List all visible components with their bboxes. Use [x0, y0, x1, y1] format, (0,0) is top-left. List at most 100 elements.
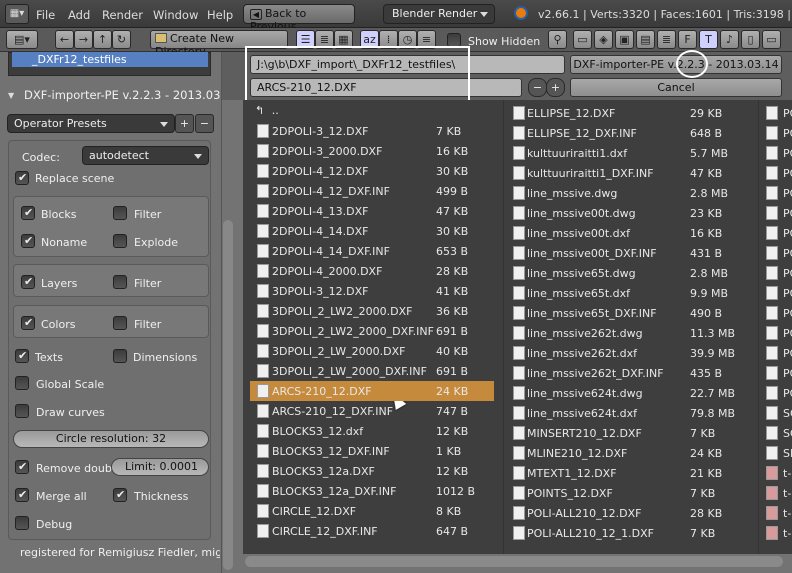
file-row[interactable]: SO [762, 403, 792, 423]
file-row[interactable]: 3DPOLI_2_LW_2000_DXF.INF 691 B [250, 361, 494, 381]
file-row[interactable]: PO [762, 223, 792, 243]
refresh-icon[interactable]: ↻ [112, 30, 131, 49]
global-scale-checkbox[interactable] [15, 376, 29, 390]
limit-field[interactable]: Limit: 0.0001 [111, 458, 209, 476]
back-to-previous-button[interactable]: ◀ Back to Previous [243, 4, 355, 33]
filter-folder-icon[interactable]: ▭ [573, 30, 592, 49]
file-row[interactable]: ARCS-210_12_DXF.INF 747 B [250, 401, 494, 421]
file-row[interactable]: PO [762, 123, 792, 143]
dimensions-checkbox[interactable] [113, 349, 127, 363]
file-row[interactable]: MTEXT1_12.DXF 21 KB [506, 463, 754, 483]
parent-dir-icon[interactable]: ↑ [93, 30, 112, 49]
file-row[interactable]: BLOCKS3_12_DXF.INF 1 KB [250, 441, 494, 461]
file-row[interactable]: POLI-ALL210_12.DXF 28 KB [506, 503, 754, 523]
file-row[interactable]: 2DPOLI-4_14_DXF.INF 653 B [250, 241, 494, 261]
file-row[interactable]: line_mssive00t.dxf 16 KB [506, 223, 754, 243]
file-row[interactable]: PO [762, 363, 792, 383]
file-row[interactable]: line_mssive262t.dwg 11.3 MB [506, 323, 754, 343]
file-row[interactable]: line_mssive262t.dxf 39.9 MB [506, 343, 754, 363]
file-row[interactable]: PO [762, 163, 792, 183]
file-row[interactable]: kulttuuriraitti1.dxf 5.7 MB [506, 143, 754, 163]
file-row[interactable]: t-l [762, 523, 792, 543]
file-row[interactable]: 2DPOLI-4_12.DXF 30 KB [250, 161, 494, 181]
filter-folder-alt-icon[interactable]: ▯ [741, 30, 760, 49]
file-row[interactable]: ELLIPSE_12.DXF 29 KB [506, 103, 754, 123]
file-row[interactable]: line_mssive.dwg 2.8 MB [506, 183, 754, 203]
filter-movie-icon[interactable]: ▤ [636, 30, 655, 49]
file-row[interactable]: MLINE210_12.DXF 24 KB [506, 443, 754, 463]
file-row[interactable]: CIRCLE_12_DXF.INF 647 B [250, 521, 494, 541]
filter-extra-icon[interactable]: ▭ [762, 30, 781, 49]
file-row[interactable]: PO [762, 263, 792, 283]
view-type-icon[interactable]: ▤▾ [6, 30, 38, 49]
file-row[interactable]: POLI-ALL210_12_1.DXF 7 KB [506, 523, 754, 543]
file-row[interactable]: 3DPOLI-3_12.DXF 41 KB [250, 281, 494, 301]
file-row[interactable]: PO [762, 143, 792, 163]
colors-filter-checkbox[interactable] [113, 316, 127, 330]
explode-checkbox[interactable] [113, 234, 127, 248]
file-row[interactable]: 3DPOLI_2_LW2_2000_DXF.INF 691 B [250, 321, 494, 341]
file-row[interactable]: 2DPOLI-3_12.DXF 7 KB [250, 121, 494, 141]
file-row[interactable]: PO [762, 343, 792, 363]
circle-resolution-field[interactable]: Circle resolution: 32 [13, 430, 209, 448]
sidebar-scrollbar[interactable] [223, 220, 233, 570]
file-row[interactable]: line_mssive00t_DXF.INF 431 B [506, 243, 754, 263]
filter-blend-icon[interactable]: ◈ [594, 30, 613, 49]
colors-checkbox[interactable] [21, 316, 35, 330]
file-row[interactable]: BLOCKS3_12.dxf 12 KB [250, 421, 494, 441]
draw-curves-checkbox[interactable] [15, 404, 29, 418]
parent-directory-item[interactable]: ↰ .. [255, 104, 495, 122]
add-preset-icon[interactable]: + [175, 114, 194, 133]
file-row[interactable]: ARCS-210_12.DXF 24 KB [250, 381, 494, 401]
blocks-checkbox[interactable] [21, 206, 35, 220]
file-row[interactable]: 2DPOLI-4_2000.DXF 28 KB [250, 261, 494, 281]
file-row[interactable]: line_mssive65t.dwg 2.8 MB [506, 263, 754, 283]
file-row[interactable]: PO [762, 203, 792, 223]
file-row[interactable]: line_mssive262t_DXF.INF 435 B [506, 363, 754, 383]
filter-icon[interactable]: ⚲ [548, 30, 567, 49]
horizontal-scrollbar[interactable] [245, 556, 783, 567]
file-row[interactable]: BLOCKS3_12a_DXF.INF 1012 B [250, 481, 494, 501]
file-row[interactable]: kulttuuriraitti1_DXF.INF 47 KB [506, 163, 754, 183]
file-row[interactable]: SO [762, 423, 792, 443]
file-row[interactable]: line_mssive00t.dwg 23 KB [506, 203, 754, 223]
file-row[interactable]: PO [762, 323, 792, 343]
file-row[interactable]: t-l [762, 463, 792, 483]
file-row[interactable]: 3DPOLI_2_LW2_2000.DXF 36 KB [250, 301, 494, 321]
back-arrow-icon[interactable]: ← [55, 30, 74, 49]
debug-checkbox[interactable] [15, 516, 29, 530]
render-engine-dropdown[interactable]: Blender Render [383, 4, 495, 24]
file-row[interactable]: line_mssive624t.dwg 22.7 MB [506, 383, 754, 403]
remove-doubles-checkbox[interactable] [15, 460, 29, 474]
collapse-arrow-icon[interactable]: ▼ [8, 91, 14, 100]
file-row[interactable]: POINTS_12.DXF 7 KB [506, 483, 754, 503]
texts-checkbox[interactable] [15, 349, 29, 363]
menu-file[interactable]: File [36, 8, 55, 22]
blocks-filter-checkbox[interactable] [113, 206, 127, 220]
file-row[interactable]: 2DPOLI-4_14.DXF 30 KB [250, 221, 494, 241]
menu-add[interactable]: Add [68, 8, 90, 22]
operator-presets-dropdown[interactable]: Operator Presets [7, 114, 175, 133]
thickness-checkbox[interactable] [113, 488, 127, 502]
file-row[interactable]: PO [762, 303, 792, 323]
menu-help[interactable]: Help [207, 8, 233, 22]
noname-checkbox[interactable] [21, 234, 35, 248]
file-row[interactable]: ELLIPSE_12_DXF.INF 648 B [506, 123, 754, 143]
codec-dropdown[interactable]: autodetect [82, 146, 209, 165]
file-row[interactable]: PO [762, 243, 792, 263]
layers-filter-checkbox[interactable] [113, 275, 127, 289]
filter-image-icon[interactable]: ▣ [615, 30, 634, 49]
file-row[interactable]: 2DPOLI-3_2000.DXF 16 KB [250, 141, 494, 161]
file-row[interactable]: SF [762, 443, 792, 463]
file-row[interactable]: MINSERT210_12.DXF 7 KB [506, 423, 754, 443]
file-row[interactable]: line_mssive624t.dxf 79.8 MB [506, 403, 754, 423]
file-row[interactable]: PO [762, 183, 792, 203]
editor-type-icon[interactable]: ▦▾ [5, 4, 29, 24]
file-row[interactable]: BLOCKS3_12a.DXF 12 KB [250, 461, 494, 481]
menu-window[interactable]: Window [153, 8, 198, 22]
file-row[interactable]: PO [762, 103, 792, 123]
menu-render[interactable]: Render [102, 8, 143, 22]
file-row[interactable]: 2DPOLI-4_13.DXF 47 KB [250, 201, 494, 221]
layers-checkbox[interactable] [21, 275, 35, 289]
filter-script-icon[interactable]: ≣ [657, 30, 676, 49]
